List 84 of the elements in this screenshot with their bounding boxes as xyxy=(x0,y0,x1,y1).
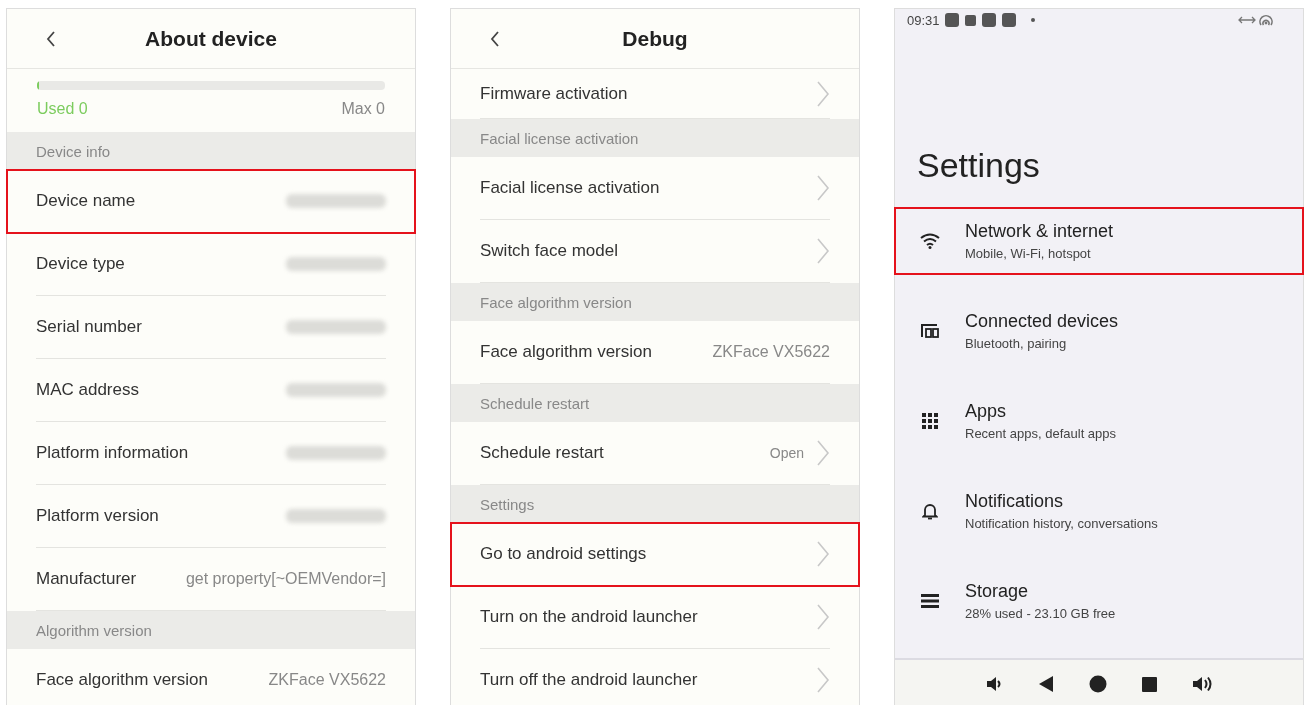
section-header: Schedule restart xyxy=(451,384,859,422)
item-title: Connected devices xyxy=(965,311,1119,332)
info-row[interactable]: MAC address xyxy=(7,359,415,422)
row-label: Platform version xyxy=(36,506,159,526)
notification-icon xyxy=(964,14,976,26)
item-subtitle: Bluetooth, pairing xyxy=(965,336,1068,351)
menu-row[interactable]: Turn on the android launcher xyxy=(451,586,859,649)
bell-icon xyxy=(922,502,938,520)
screen-title: About device xyxy=(145,26,277,51)
notification-icon xyxy=(1001,13,1016,27)
notification-icon xyxy=(981,13,996,27)
info-row[interactable]: Serial number xyxy=(7,296,415,359)
row-label: Manufacturer xyxy=(36,569,137,589)
menu-row[interactable]: Go to android settings xyxy=(451,523,859,586)
row-label: Switch face model xyxy=(480,241,618,261)
status-time: 09:31 xyxy=(907,12,940,28)
info-row[interactable]: Face algorithm version ZKFace VX5622 xyxy=(7,649,415,705)
row-value: ZKFace VX5622 xyxy=(268,671,386,689)
row-label: Platform information xyxy=(36,443,189,463)
screen-title: Debug xyxy=(622,26,688,51)
page-title: Settings xyxy=(916,145,1041,186)
settings-item[interactable]: Network & internet Mobile, Wi-Fi, hotspot xyxy=(895,208,1303,274)
row-label: MAC address xyxy=(36,380,139,400)
row-label: Face algorithm version xyxy=(36,670,208,690)
chevron-icon xyxy=(816,541,830,567)
item-subtitle: 28% used - 23.10 GB free xyxy=(965,606,1116,621)
back-icon[interactable] xyxy=(45,29,57,48)
max-count: Max 0 xyxy=(341,100,385,118)
storage-icon xyxy=(921,594,939,608)
back-icon[interactable] xyxy=(489,29,501,48)
wifi-icon xyxy=(920,233,940,249)
section-header: Facial license activation xyxy=(451,119,859,157)
chevron-icon xyxy=(816,175,830,201)
info-row[interactable]: Platform information xyxy=(7,422,415,485)
chevron-icon xyxy=(816,667,830,693)
row-label: Facial license activation xyxy=(480,178,660,198)
notification-icon xyxy=(944,13,959,27)
row-label: Device name xyxy=(36,191,136,211)
home-icon[interactable] xyxy=(1088,675,1107,693)
row-label: Firmware activation xyxy=(480,83,628,104)
item-subtitle: Notification history, conversations xyxy=(965,516,1158,531)
data-transfer-icon xyxy=(1238,15,1256,25)
menu-row[interactable]: Facial license activation xyxy=(451,157,859,220)
volume-down-icon[interactable] xyxy=(984,675,1003,693)
item-title: Apps xyxy=(965,401,1008,422)
row-label: Serial number xyxy=(36,317,142,337)
row-value: ZKFace VX5622 xyxy=(712,343,830,361)
row-label: Schedule restart xyxy=(480,443,604,463)
more-notifications-icon xyxy=(1030,18,1035,22)
chevron-icon xyxy=(816,440,830,466)
used-count: Used 0 xyxy=(37,100,88,118)
item-title: Storage xyxy=(965,581,1030,602)
settings-item[interactable]: Notifications Notification history, conversations xyxy=(895,478,1303,544)
menu-row[interactable]: Turn off the android launcher xyxy=(451,649,859,705)
item-title: Network & internet xyxy=(965,221,1114,242)
section-header: Algorithm version xyxy=(7,611,415,649)
row-label: Device type xyxy=(36,254,125,274)
back-icon[interactable] xyxy=(1037,675,1054,693)
settings-item[interactable]: Connected devices Bluetooth, pairing xyxy=(895,298,1303,364)
recents-icon[interactable] xyxy=(1141,676,1157,692)
row-value: Open xyxy=(769,445,804,461)
section-header: Settings xyxy=(451,485,859,523)
row-label: Turn on the android launcher xyxy=(480,607,698,627)
devices-icon xyxy=(920,323,940,339)
settings-item[interactable]: Apps Recent apps, default apps xyxy=(895,388,1303,454)
info-row[interactable]: Device name xyxy=(7,170,415,233)
hotspot-icon xyxy=(1259,13,1273,27)
chevron-icon xyxy=(816,604,830,630)
row-value: get property[~OEMVendor=] xyxy=(185,570,386,588)
info-row[interactable]: Device type xyxy=(7,233,415,296)
item-subtitle: Mobile, Wi-Fi, hotspot xyxy=(965,246,1092,261)
row-label: Face algorithm version xyxy=(480,342,652,362)
settings-item[interactable]: Storage 28% used - 23.10 GB free xyxy=(895,568,1303,634)
item-subtitle: Recent apps, default apps xyxy=(965,426,1117,441)
section-header: Device info xyxy=(7,132,415,170)
grid-icon xyxy=(922,413,938,429)
chevron-icon xyxy=(816,238,830,264)
volume-up-icon[interactable] xyxy=(1191,675,1214,693)
chevron-icon xyxy=(816,80,830,107)
section-header: Face algorithm version xyxy=(451,283,859,321)
row-label: Go to android settings xyxy=(480,544,647,564)
info-row[interactable]: Platform version xyxy=(7,485,415,548)
row-label: Turn off the android launcher xyxy=(480,670,698,690)
item-title: Notifications xyxy=(965,491,1065,512)
